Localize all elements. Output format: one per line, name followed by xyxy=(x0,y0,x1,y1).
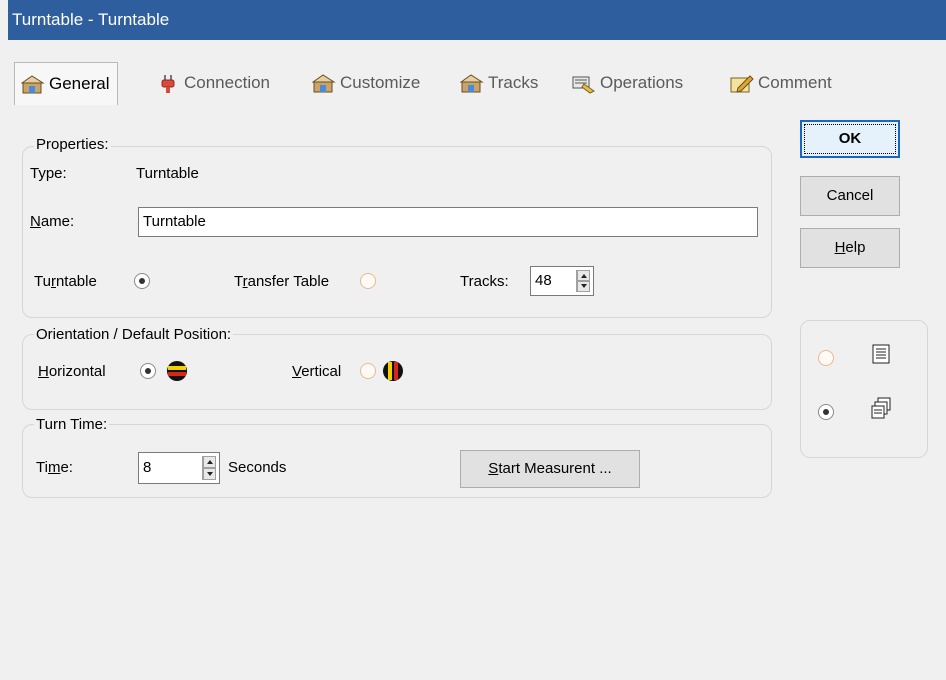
stepper-down-icon[interactable] xyxy=(203,468,216,480)
tab-comment[interactable]: Comment xyxy=(730,64,832,102)
vertical-radio[interactable] xyxy=(360,363,376,379)
list-view-icon xyxy=(870,343,892,365)
customize-tab-icon xyxy=(312,73,336,94)
help-button[interactable]: Help xyxy=(800,228,900,268)
title-bar: Turntable - Turntable xyxy=(8,0,946,40)
horizontal-radio-label: Horizontal xyxy=(38,363,106,380)
stepper-up-icon[interactable] xyxy=(577,270,590,281)
operations-tab-icon xyxy=(572,74,596,94)
time-label: Time: xyxy=(36,459,73,476)
tab-operations[interactable]: Operations xyxy=(572,64,683,102)
orientation-group-title: Orientation / Default Position: xyxy=(34,326,234,344)
seconds-unit-label: Seconds xyxy=(228,459,287,476)
type-value: Turntable xyxy=(136,165,199,182)
turntable-radio[interactable] xyxy=(134,273,150,289)
name-input[interactable]: Turntable xyxy=(138,207,758,237)
tracks-tab-icon xyxy=(460,73,484,94)
properties-group-title: Properties: xyxy=(34,136,111,154)
type-label: Type: xyxy=(30,165,67,182)
list-view-radio[interactable] xyxy=(818,350,834,366)
start-measurement-button[interactable]: Start Measurent ... xyxy=(460,450,640,488)
stepper-down-icon[interactable] xyxy=(577,281,590,292)
transfer-table-radio-label: Transfer Table xyxy=(234,273,330,290)
cascade-view-radio[interactable] xyxy=(818,404,834,420)
tracks-stepper[interactable] xyxy=(576,270,590,292)
cancel-button[interactable]: Cancel xyxy=(800,176,900,216)
turn-time-group-title: Turn Time: xyxy=(34,416,110,434)
comment-tab-icon xyxy=(730,74,754,94)
tab-strip: General Connection Customize Tracks Oper… xyxy=(8,62,946,110)
time-value: 8 xyxy=(143,459,152,476)
plug-icon xyxy=(156,74,180,94)
turn-time-group xyxy=(22,424,772,498)
tracks-value: 48 xyxy=(535,272,552,289)
tab-connection[interactable]: Connection xyxy=(156,64,270,102)
ok-button[interactable]: OK xyxy=(800,120,900,158)
time-input[interactable]: 8 xyxy=(138,452,220,484)
cascade-windows-icon xyxy=(870,397,892,419)
horizontal-radio[interactable] xyxy=(140,363,156,379)
tab-general[interactable]: General xyxy=(14,62,119,105)
name-label: Name: xyxy=(30,213,75,230)
tab-customize[interactable]: Customize xyxy=(312,64,420,102)
transfer-table-radio[interactable] xyxy=(360,273,376,289)
tracks-input[interactable]: 48 xyxy=(530,266,594,296)
vertical-orientation-icon xyxy=(382,360,404,382)
stepper-up-icon[interactable] xyxy=(203,456,216,468)
tracks-label: Tracks: xyxy=(460,273,509,290)
turntable-radio-label: Turntable xyxy=(34,273,97,290)
view-mode-group xyxy=(800,320,928,458)
dialog-window: Turntable - Turntable General Connection… xyxy=(8,0,946,680)
tab-tracks[interactable]: Tracks xyxy=(460,64,538,102)
general-tab-icon xyxy=(21,74,45,95)
vertical-radio-label: Vertical xyxy=(292,363,342,380)
horizontal-orientation-icon xyxy=(166,360,188,382)
window-title: Turntable - Turntable xyxy=(12,10,170,29)
time-stepper[interactable] xyxy=(202,456,216,480)
